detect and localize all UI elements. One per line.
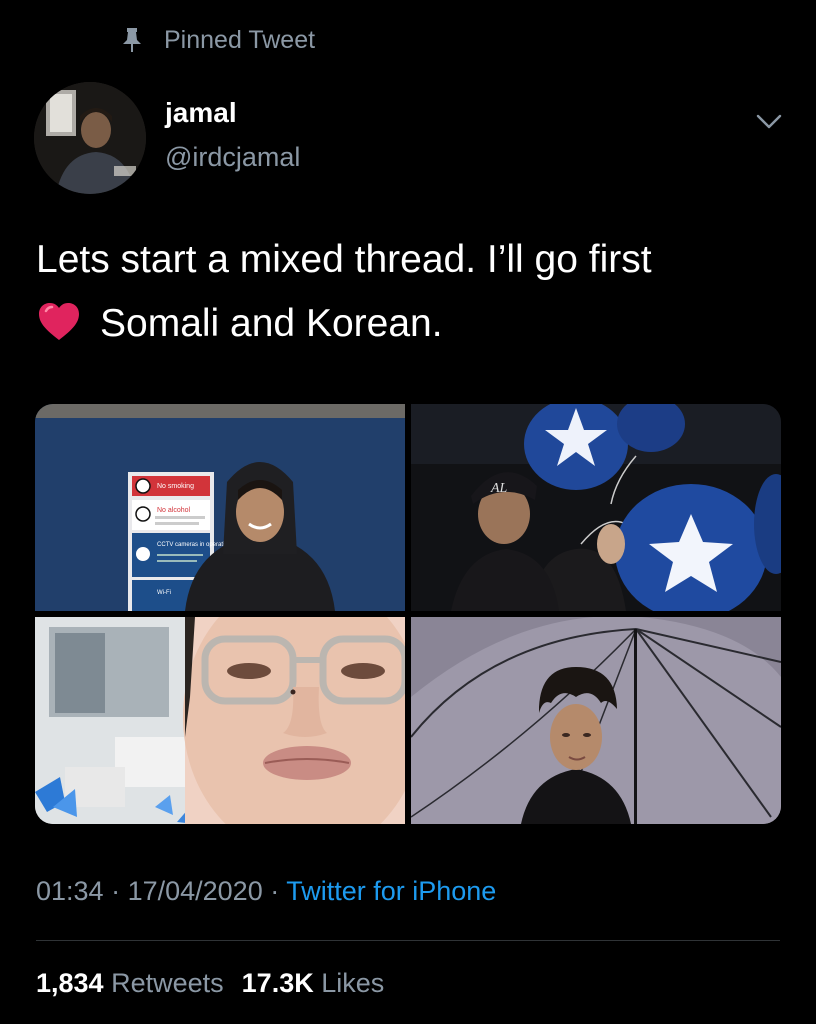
retweets-label: Retweets	[111, 968, 224, 998]
avatar[interactable]	[34, 82, 146, 194]
sign-text-2: No alcohol	[157, 507, 191, 514]
likes-count: 17.3K	[241, 968, 314, 998]
tweet-stats: 1,834 Retweets 17.3K Likes	[36, 968, 384, 999]
tweet-text: Lets start a mixed thread. I’ll go first…	[36, 228, 796, 356]
media-grid[interactable]: No smoking No alcohol CCTV cameras in op…	[35, 404, 781, 824]
red-heart-icon	[36, 299, 82, 345]
likes-stat[interactable]: 17.3K Likes	[242, 968, 385, 998]
media-photo-3[interactable]	[35, 617, 405, 824]
tweet-date: 17/04/2020	[127, 876, 263, 906]
retweets-count: 1,834	[36, 968, 104, 998]
tweet-text-line-2-text: Somali and Korean.	[100, 302, 443, 345]
likes-label: Likes	[321, 968, 385, 998]
pin-icon	[118, 26, 146, 54]
pinned-label: Pinned Tweet	[164, 25, 316, 54]
media-photo-2[interactable]: AL	[411, 404, 781, 611]
tweet-source-link[interactable]: Twitter for iPhone	[286, 876, 496, 906]
chevron-down-icon[interactable]	[752, 104, 786, 138]
tweet-meta: 01:34 · 17/04/2020 · Twitter for iPhone	[36, 876, 496, 907]
tweet-time: 01:34	[36, 876, 104, 906]
media-photo-1[interactable]: No smoking No alcohol CCTV cameras in op…	[35, 404, 405, 611]
sign-text-4: Wi-Fi	[157, 590, 171, 596]
author-name[interactable]: jamal	[165, 97, 237, 129]
author-handle[interactable]: @irdcjamal	[165, 142, 300, 173]
divider	[36, 940, 780, 941]
meta-separator: ·	[103, 876, 128, 906]
sign-text-1: No smoking	[157, 483, 194, 490]
meta-separator-2: ·	[262, 876, 287, 906]
media-photo-4[interactable]	[411, 617, 781, 824]
retweets-stat[interactable]: 1,834 Retweets	[36, 968, 224, 998]
tweet-text-line-2: Somali and Korean.	[36, 292, 796, 356]
pinned-indicator: Pinned Tweet	[118, 24, 315, 56]
cap-logo: AL	[490, 481, 508, 496]
sign-text-3: CCTV cameras in operation	[157, 542, 231, 548]
tweet-text-line-1: Lets start a mixed thread. I’ll go first	[36, 238, 652, 281]
avatar-image	[34, 82, 146, 194]
